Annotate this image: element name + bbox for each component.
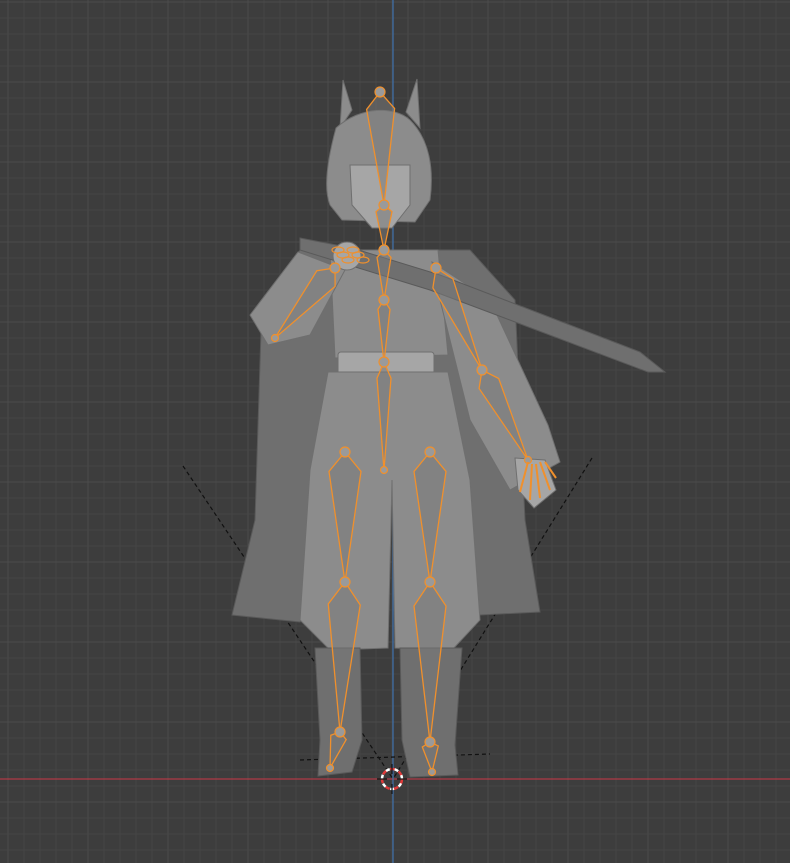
pants	[299, 371, 481, 651]
bone-shin-r-head-joint[interactable]	[339, 576, 351, 588]
bone-hips-tail-joint[interactable]	[379, 465, 389, 475]
bone-upper-arm-r-head-joint[interactable]	[329, 262, 341, 274]
bone-thigh-r-head-joint[interactable]	[339, 446, 351, 458]
bone-hips-head-joint[interactable]	[378, 356, 390, 368]
bone-foot-r-head-joint[interactable]	[334, 726, 346, 738]
bone-spine-upper-head-joint[interactable]	[378, 244, 390, 256]
viewport-canvas[interactable]	[0, 0, 790, 863]
bone-upper-arm-l-head-joint[interactable]	[430, 262, 442, 274]
bone-upper-arm-r-tail-joint[interactable]	[270, 333, 280, 343]
bone-shin-l-head-joint[interactable]	[424, 576, 436, 588]
bone-spine-head-joint[interactable]	[378, 294, 390, 306]
bone-foot-l-tail-joint[interactable]	[427, 767, 437, 777]
bone-forearm-l-head-joint[interactable]	[476, 364, 488, 376]
bone-foot-l-head-joint[interactable]	[424, 736, 436, 748]
bone-head-head-joint[interactable]	[374, 86, 386, 98]
bone-thigh-l-head-joint[interactable]	[424, 446, 436, 458]
bone-neck-head-joint[interactable]	[378, 199, 390, 211]
3d-viewport[interactable]	[0, 0, 790, 863]
bone-foot-r-tail-joint[interactable]	[325, 763, 335, 773]
